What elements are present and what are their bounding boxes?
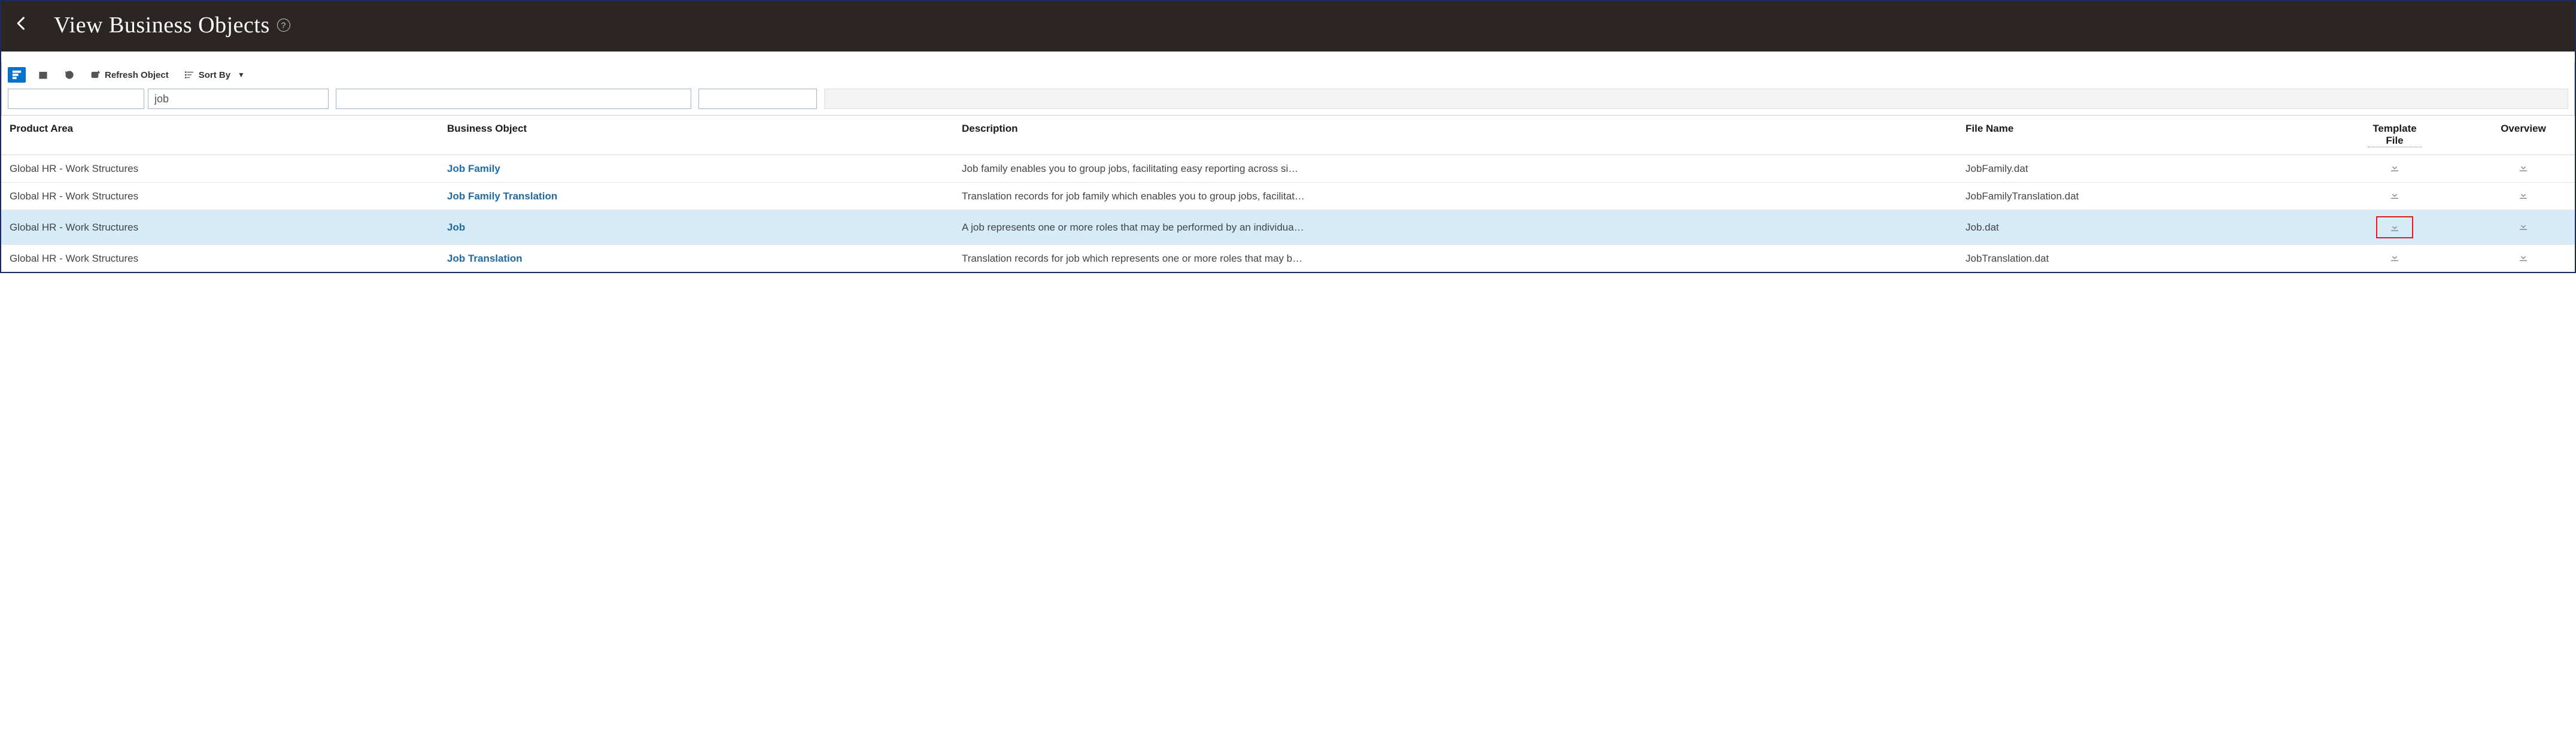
cell-template-file	[2317, 245, 2472, 272]
cell-product-area: Global HR - Work Structures	[1, 245, 439, 272]
col-product-area[interactable]: Product Area	[1, 116, 439, 155]
sort-by-label: Sort By	[199, 70, 230, 80]
query-by-example-button[interactable]	[8, 67, 26, 83]
cell-file-name: JobFamily.dat	[1957, 155, 2317, 183]
cell-business-object: Job Translation	[439, 245, 953, 272]
refresh-icon[interactable]	[60, 67, 78, 83]
table-row[interactable]: Global HR - Work Structures Job Translati…	[1, 245, 2575, 272]
col-business-object[interactable]: Business Object	[439, 116, 953, 155]
cell-description: Job family enables you to group jobs, fa…	[953, 155, 1957, 183]
help-icon[interactable]: ?	[277, 19, 290, 32]
toolbar-container: Refresh Object Sort By ▼	[1, 62, 2575, 116]
download-template-icon[interactable]	[2388, 189, 2401, 202]
business-object-link[interactable]: Job Translation	[447, 253, 523, 264]
business-object-link[interactable]: Job	[447, 222, 465, 233]
download-template-icon[interactable]	[2388, 161, 2401, 174]
col-overview[interactable]: Overview	[2472, 116, 2575, 155]
filter-tail	[824, 89, 2568, 109]
cell-template-file	[2317, 155, 2472, 183]
highlight-box	[2376, 216, 2413, 238]
cell-template-file	[2317, 210, 2472, 245]
col-file-name[interactable]: File Name	[1957, 116, 2317, 155]
page-title-text: View Business Objects	[54, 12, 270, 38]
cell-overview	[2472, 210, 2575, 245]
table-row[interactable]: Global HR - Work Structures Job Family Tr…	[1, 183, 2575, 210]
page-header: View Business Objects ?	[1, 1, 2575, 52]
cell-business-object: Job Family	[439, 155, 953, 183]
cell-product-area: Global HR - Work Structures	[1, 183, 439, 210]
cell-file-name: Job.dat	[1957, 210, 2317, 245]
sort-by-button[interactable]: Sort By ▼	[181, 67, 248, 83]
cell-overview	[2472, 155, 2575, 183]
decorative-band	[1, 52, 2575, 62]
cell-description: Translation records for job family which…	[953, 183, 1957, 210]
col-description[interactable]: Description	[953, 116, 1957, 155]
refresh-object-label: Refresh Object	[105, 70, 169, 80]
download-template-icon[interactable]	[2388, 251, 2401, 264]
download-overview-icon[interactable]	[2517, 220, 2530, 233]
back-icon[interactable]	[13, 14, 30, 37]
detach-button[interactable]	[34, 67, 52, 83]
cell-product-area: Global HR - Work Structures	[1, 210, 439, 245]
cell-overview	[2472, 183, 2575, 210]
page-title: View Business Objects ?	[54, 12, 290, 38]
cell-file-name: JobFamilyTranslation.dat	[1957, 183, 2317, 210]
filter-description[interactable]	[336, 89, 691, 109]
download-overview-icon[interactable]	[2517, 161, 2530, 174]
chevron-down-icon: ▼	[238, 71, 245, 79]
toolbar: Refresh Object Sort By ▼	[2, 62, 2574, 86]
cell-description: A job represents one or more roles that …	[953, 210, 1957, 245]
cell-file-name: JobTranslation.dat	[1957, 245, 2317, 272]
filter-row	[2, 86, 2574, 115]
cell-business-object: Job	[439, 210, 953, 245]
filter-product-area[interactable]	[8, 89, 144, 109]
cell-description: Translation records for job which repres…	[953, 245, 1957, 272]
table-row[interactable]: Global HR - Work Structures Job A job repr…	[1, 210, 2575, 245]
cell-product-area: Global HR - Work Structures	[1, 155, 439, 183]
cell-template-file	[2317, 183, 2472, 210]
cell-business-object: Job Family Translation	[439, 183, 953, 210]
download-overview-icon[interactable]	[2517, 251, 2530, 264]
filter-file-name[interactable]	[698, 89, 817, 109]
business-objects-table: Product Area Business Object Description…	[1, 116, 2575, 272]
refresh-object-button[interactable]: Refresh Object	[87, 67, 172, 83]
download-overview-icon[interactable]	[2517, 189, 2530, 202]
download-template-icon[interactable]	[2388, 221, 2401, 234]
col-template-file[interactable]: Template File	[2317, 116, 2472, 155]
filter-business-object[interactable]	[148, 89, 329, 109]
business-object-link[interactable]: Job Family	[447, 163, 500, 174]
table-row[interactable]: Global HR - Work Structures Job Family Job…	[1, 155, 2575, 183]
cell-overview	[2472, 245, 2575, 272]
business-object-link[interactable]: Job Family Translation	[447, 190, 557, 202]
